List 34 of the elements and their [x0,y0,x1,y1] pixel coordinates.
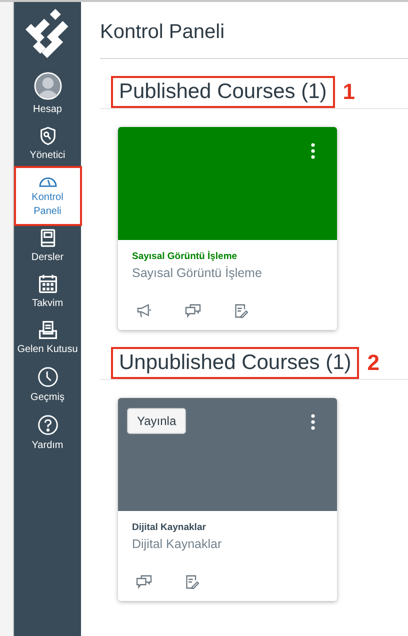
calendar-icon [38,274,58,294]
section-heading: Published Courses (1) [111,76,335,108]
shield-icon [38,126,58,146]
course-card[interactable]: Sayısal Görüntü İşleme Sayısal Görüntü İşleme [118,127,337,330]
avatar-icon [34,72,62,100]
assignment-icon[interactable] [185,575,199,589]
chat-icon[interactable] [185,304,201,318]
nav-item[interactable]: Hesap [16,68,80,122]
course-subtitle: Sayısal Görüntü İşleme [132,266,263,280]
nav-item[interactable]: Takvim [16,270,80,316]
callout-number: 1 [342,79,356,105]
more-options-icon[interactable] [311,143,315,159]
nav-item[interactable]: Gelen Kutusu [16,316,80,362]
nav-item[interactable]: Geçmiş [16,362,80,410]
course-card[interactable]: Yayınla Dijital Kaynaklar Dijital Kaynaklar [118,398,337,601]
section-heading: Unpublished Courses (1) [111,347,360,379]
publish-button[interactable]: Yayınla [127,408,186,434]
more-options-icon[interactable] [311,414,315,430]
clock-icon [36,366,58,388]
page-title: Kontrol Paneli [100,2,408,59]
megaphone-icon[interactable] [136,304,152,318]
assignment-icon[interactable] [234,304,248,318]
help-icon [36,414,58,436]
book-icon [38,228,56,248]
nav-item[interactable]: Yönetici [16,122,80,168]
chat-icon[interactable] [136,575,152,589]
course-title[interactable]: Sayısal Görüntü İşleme [132,251,323,262]
nav-item[interactable]: Dersler [16,224,80,270]
callout-number: 2 [367,350,380,376]
course-subtitle: Dijital Kaynaklar [132,537,223,551]
course-title[interactable]: Dijital Kaynaklar [132,522,323,533]
nav-item[interactable]: Yardım [16,410,80,458]
inbox-icon [38,320,58,340]
nav-item[interactable]: Kontrol Paneli [16,168,80,224]
